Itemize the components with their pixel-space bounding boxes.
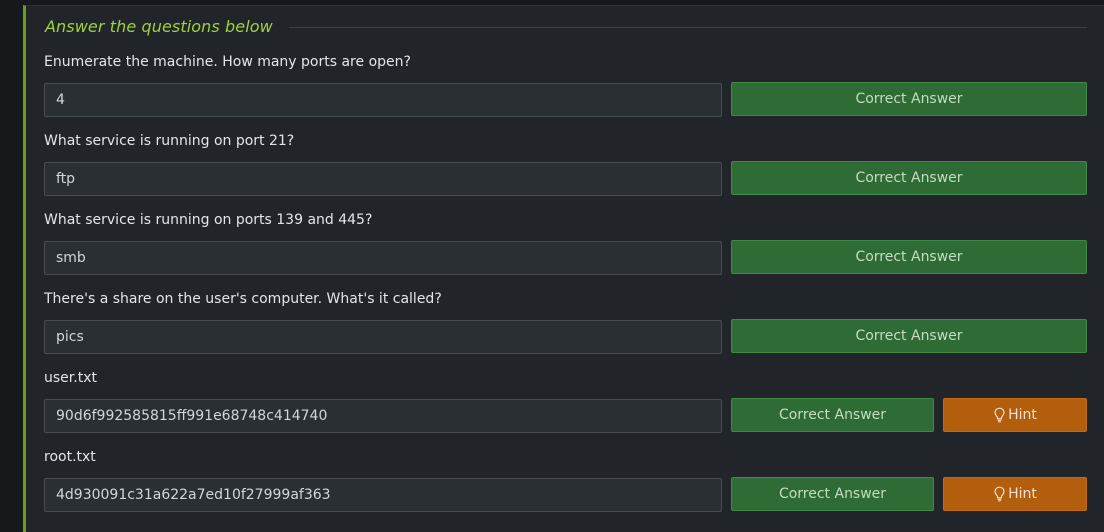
question-label: What service is running on ports 139 and… bbox=[44, 212, 373, 228]
correct-answer-button[interactable]: Correct Answer bbox=[731, 82, 1087, 116]
hint-button[interactable]: Hint bbox=[943, 398, 1087, 432]
section-divider bbox=[288, 26, 1087, 28]
hint-label: Hint bbox=[1008, 407, 1037, 423]
correct-answer-button[interactable]: Correct Answer bbox=[731, 398, 934, 432]
question-label: Enumerate the machine. How many ports ar… bbox=[44, 54, 411, 70]
section-header: Answer the questions below bbox=[45, 14, 1087, 38]
correct-answer-button[interactable]: Correct Answer bbox=[731, 477, 934, 511]
answer-field[interactable]: 4d930091c31a622a7ed10f27999af363 bbox=[44, 478, 722, 512]
page: Answer the questions below Enumerate the… bbox=[0, 0, 1104, 532]
answer-field[interactable]: 4 bbox=[44, 83, 722, 117]
question-label: root.txt bbox=[44, 449, 96, 465]
section-title: Answer the questions below bbox=[45, 16, 273, 36]
answer-field[interactable]: ftp bbox=[44, 162, 722, 196]
correct-answer-button[interactable]: Correct Answer bbox=[731, 240, 1087, 274]
answer-field[interactable]: smb bbox=[44, 241, 722, 275]
lightbulb-icon bbox=[993, 407, 1006, 423]
question-label: There's a share on the user's computer. … bbox=[44, 291, 442, 307]
answer-field[interactable]: pics bbox=[44, 320, 722, 354]
question-label: What service is running on port 21? bbox=[44, 133, 295, 149]
hint-button[interactable]: Hint bbox=[943, 477, 1087, 511]
answer-field[interactable]: 90d6f992585815ff991e68748c414740 bbox=[44, 399, 722, 433]
correct-answer-button[interactable]: Correct Answer bbox=[731, 319, 1087, 353]
question-label: user.txt bbox=[44, 370, 97, 386]
hint-label: Hint bbox=[1008, 486, 1037, 502]
lightbulb-icon bbox=[993, 486, 1006, 502]
correct-answer-button[interactable]: Correct Answer bbox=[731, 161, 1087, 195]
